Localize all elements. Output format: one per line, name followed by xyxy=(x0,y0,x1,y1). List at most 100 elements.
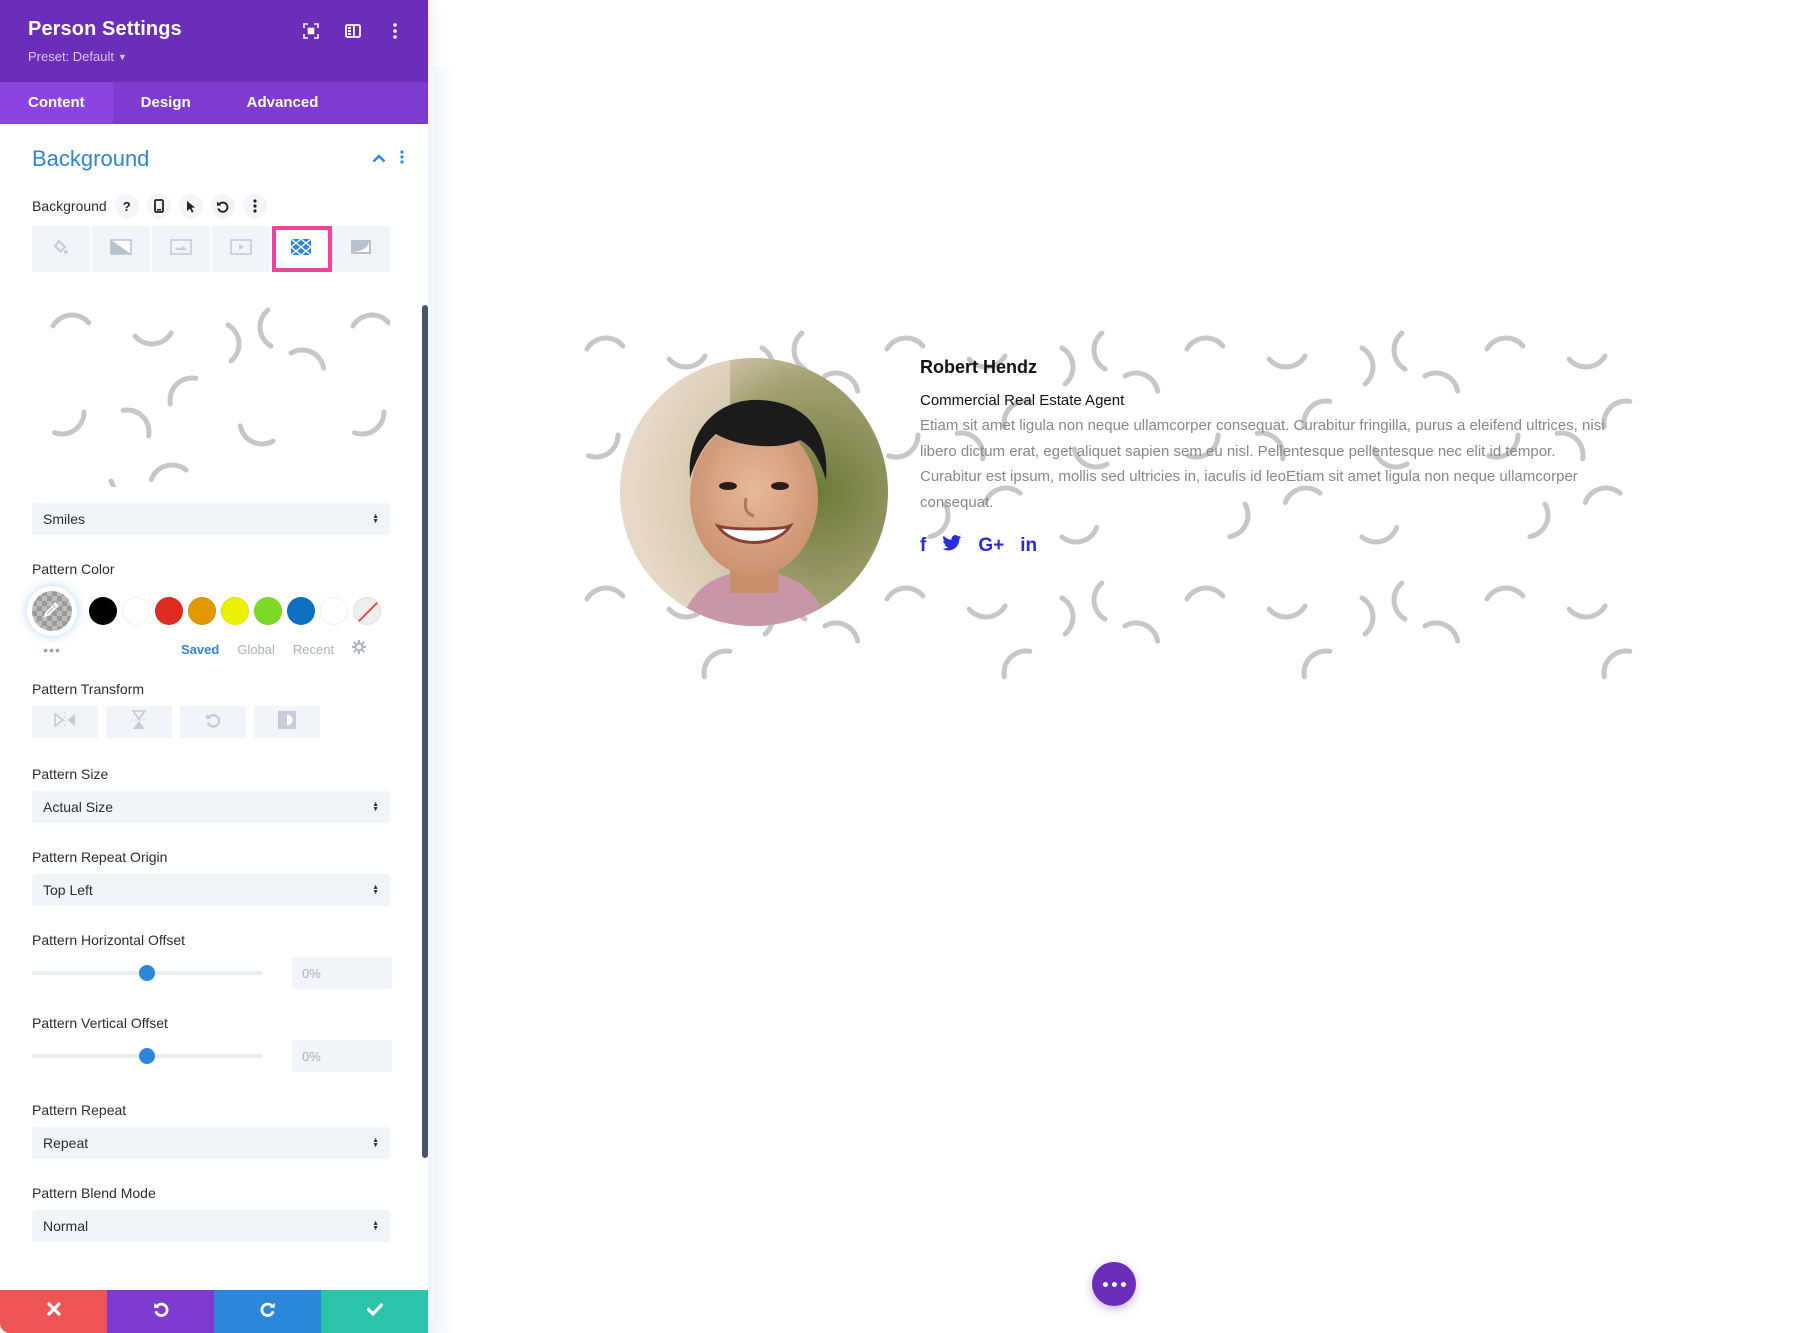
redo-button[interactable] xyxy=(214,1290,321,1333)
pattern-arc xyxy=(1422,620,1461,644)
pattern-arc xyxy=(1566,603,1608,620)
twitter-icon[interactable] xyxy=(942,535,962,555)
section-more-icon[interactable] xyxy=(400,149,404,169)
swatch-orange[interactable] xyxy=(188,597,216,625)
pattern-arc xyxy=(51,409,87,437)
facebook-icon[interactable]: f xyxy=(920,536,926,555)
more-colors-icon[interactable]: ••• xyxy=(27,642,77,658)
select-arrows-icon: ▲ ▼ xyxy=(372,801,379,813)
pattern-h-offset-label: Pattern Horizontal Offset xyxy=(32,932,186,948)
social-links: f G+ in xyxy=(920,535,1620,555)
preset-label: Preset: Default xyxy=(28,49,114,64)
slider-thumb[interactable] xyxy=(139,965,155,981)
bg-type-image[interactable] xyxy=(152,226,212,272)
close-icon xyxy=(46,1302,61,1321)
tab-content[interactable]: Content xyxy=(0,82,113,124)
swatch-white-2[interactable] xyxy=(320,597,348,625)
pattern-size-select[interactable]: Actual Size ▲ ▼ xyxy=(32,791,390,823)
rotate-button[interactable] xyxy=(180,706,246,738)
pattern-v-offset-slider[interactable] xyxy=(32,1041,262,1071)
pattern-arc xyxy=(1359,595,1376,637)
more-vertical-icon[interactable] xyxy=(384,20,406,42)
background-section-header[interactable]: Background xyxy=(32,146,404,172)
invert-button[interactable] xyxy=(254,706,320,738)
swatch-red[interactable] xyxy=(155,597,183,625)
pattern-h-offset-slider[interactable] xyxy=(32,958,262,988)
pattern-h-offset-field: Pattern Horizontal Offset xyxy=(32,932,396,989)
more-icon[interactable] xyxy=(242,194,267,218)
page-settings-fab[interactable] xyxy=(1092,1262,1136,1306)
pattern-arc xyxy=(1091,580,1108,622)
pattern-repeat-origin-value: Top Left xyxy=(43,882,93,898)
pattern-preview xyxy=(32,282,390,487)
pattern-arc xyxy=(1484,335,1526,352)
help-icon[interactable]: ? xyxy=(114,194,139,218)
eyedropper-icon xyxy=(43,600,61,623)
section-title: Background xyxy=(32,146,150,171)
pattern-arc xyxy=(884,335,926,352)
panel-body: Background Background ? Smiles ▲ ▼ Patte… xyxy=(0,124,428,1290)
swatch-green[interactable] xyxy=(254,597,282,625)
person-name: Robert Hendz xyxy=(920,357,1037,377)
pattern-arc xyxy=(351,409,387,437)
pattern-h-offset-input[interactable] xyxy=(292,957,392,989)
swatch-transparent[interactable] xyxy=(353,597,381,625)
undo-button[interactable] xyxy=(107,1290,214,1333)
tab-design[interactable]: Design xyxy=(113,82,219,124)
bg-type-mask[interactable] xyxy=(332,226,390,272)
pattern-repeat-select[interactable]: Repeat ▲ ▼ xyxy=(32,1127,390,1159)
color-tab-recent[interactable]: Recent xyxy=(293,642,334,657)
tab-advanced[interactable]: Advanced xyxy=(219,82,347,124)
linkedin-icon[interactable]: in xyxy=(1020,536,1037,555)
save-button[interactable] xyxy=(321,1290,428,1333)
pattern-blend-mode-value: Normal xyxy=(43,1218,89,1234)
person-module[interactable]: Robert Hendz Commercial Real Estate Agen… xyxy=(566,305,1656,680)
flip-vertical-button[interactable] xyxy=(106,706,172,738)
pattern-blend-mode-select[interactable]: Normal ▲ ▼ xyxy=(32,1210,390,1242)
mask-icon xyxy=(350,239,372,260)
reset-icon[interactable] xyxy=(210,194,235,218)
color-tab-global[interactable]: Global xyxy=(237,642,275,657)
swatch-black[interactable] xyxy=(89,597,117,625)
responsive-icon[interactable] xyxy=(146,194,171,218)
color-tab-saved[interactable]: Saved xyxy=(181,642,219,657)
pattern-arc xyxy=(1266,603,1308,620)
pattern-arc xyxy=(1122,620,1161,644)
person-photo xyxy=(620,358,888,626)
pattern-v-offset-input[interactable] xyxy=(292,1040,392,1072)
pattern-repeat-value: Repeat xyxy=(43,1135,89,1151)
bg-type-pattern[interactable] xyxy=(272,226,332,272)
pattern-blend-mode-label: Pattern Blend Mode xyxy=(32,1185,156,1201)
bg-type-color[interactable] xyxy=(32,226,92,272)
canvas-edge-shadow xyxy=(428,66,458,1333)
google-plus-icon[interactable]: G+ xyxy=(978,536,1004,555)
pattern-arc xyxy=(225,322,242,364)
pattern-arc xyxy=(1001,648,1033,680)
color-picker-button[interactable] xyxy=(27,586,77,636)
builder-stage: Person Settings Preset: Default ▼ Conten… xyxy=(0,0,1800,1333)
bg-type-video[interactable] xyxy=(212,226,272,272)
pattern-arc xyxy=(1391,580,1408,622)
fullscreen-icon[interactable] xyxy=(300,20,322,42)
pattern-repeat-origin-select[interactable]: Top Left ▲ ▼ xyxy=(32,874,390,906)
swatch-white[interactable] xyxy=(122,597,150,625)
hover-icon[interactable] xyxy=(178,194,203,218)
sidebar-toggle-icon[interactable] xyxy=(342,20,364,42)
video-icon xyxy=(230,238,252,260)
pattern-arc xyxy=(350,312,390,329)
preset-dropdown[interactable]: Preset: Default ▼ xyxy=(28,49,127,64)
swatch-yellow[interactable] xyxy=(221,597,249,625)
chevron-up-icon[interactable] xyxy=(372,150,386,168)
gear-icon[interactable] xyxy=(352,640,367,659)
flip-horizontal-button[interactable] xyxy=(32,706,98,738)
pattern-arc xyxy=(584,585,626,602)
pattern-arc xyxy=(288,347,327,371)
bg-type-gradient[interactable] xyxy=(92,226,152,272)
swatch-blue[interactable] xyxy=(287,597,315,625)
pattern-arc xyxy=(257,307,274,349)
slider-thumb[interactable] xyxy=(139,1048,155,1064)
undo-icon xyxy=(153,1301,169,1322)
person-position: Commercial Real Estate Agent xyxy=(920,392,1125,409)
pattern-style-select[interactable]: Smiles ▲ ▼ xyxy=(32,503,390,535)
discard-button[interactable] xyxy=(0,1290,107,1333)
